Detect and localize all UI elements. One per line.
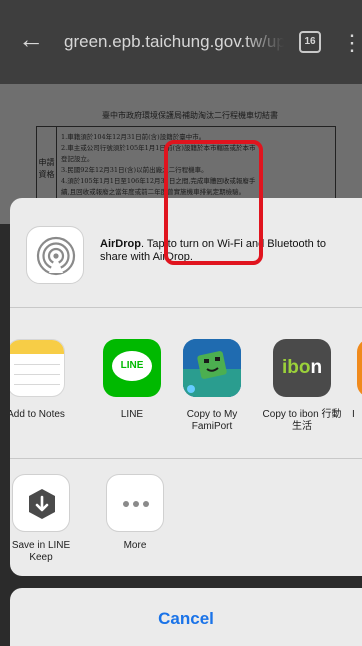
browser-toolbar: ← green.epb.taichung.gov.tw/up 16 ⋮ [0, 0, 362, 84]
save-in-line-keep-button[interactable]: Save in LINE Keep [10, 474, 76, 574]
more-button[interactable]: More [100, 474, 170, 574]
app-label: Add to Notes [10, 409, 65, 420]
app-label: I [352, 409, 355, 420]
app-label: LINE [120, 409, 144, 420]
airdrop-title: AirDrop [100, 238, 141, 250]
ibon-icon-text-a: ibo [281, 357, 311, 378]
url-bar[interactable]: green.epb.taichung.gov.tw/up [64, 30, 284, 54]
line-icon: LINE [103, 339, 161, 397]
more-icon [106, 474, 164, 532]
overflow-menu-icon[interactable]: ⋮ [341, 28, 362, 58]
famiport-highlight-box [164, 140, 263, 265]
url-fade [244, 30, 284, 54]
line-share-button[interactable]: LINE LINE [90, 339, 174, 449]
action-label: More [123, 540, 147, 551]
airdrop-icon[interactable] [26, 226, 84, 284]
app-label: Copy to ibon 行動生活 [262, 409, 342, 432]
ibon-icon: ibon [273, 339, 331, 397]
document-title: 臺中市政府環境保護局補助淘汰二行程機車切結書 [102, 111, 278, 120]
add-to-notes-button[interactable]: Add to Notes [10, 339, 78, 449]
copy-to-ibon-button[interactable]: ibon Copy to ibon 行動生活 [260, 339, 344, 449]
line-icon-text: LINE [112, 351, 152, 381]
app-share-row: Add to Notes LINE LINE Copy to My FamiPo… [10, 309, 362, 459]
action-row: Save in LINE Keep More [10, 460, 362, 576]
tab-count-button[interactable]: 16 [299, 31, 321, 53]
back-arrow-icon[interactable]: ← [18, 22, 46, 56]
app-icon [357, 339, 362, 397]
partial-app-button[interactable]: I [344, 339, 362, 449]
line-keep-icon [12, 474, 70, 532]
action-label: Save in LINE Keep [11, 540, 71, 563]
copy-to-famiport-button[interactable]: Copy to My FamiPort [170, 339, 254, 449]
notes-icon [10, 339, 65, 397]
cancel-button[interactable]: Cancel [10, 588, 362, 646]
ibon-icon-text-b: n [310, 357, 323, 378]
famiport-icon [183, 339, 241, 397]
app-label: Copy to My FamiPort [186, 409, 238, 432]
